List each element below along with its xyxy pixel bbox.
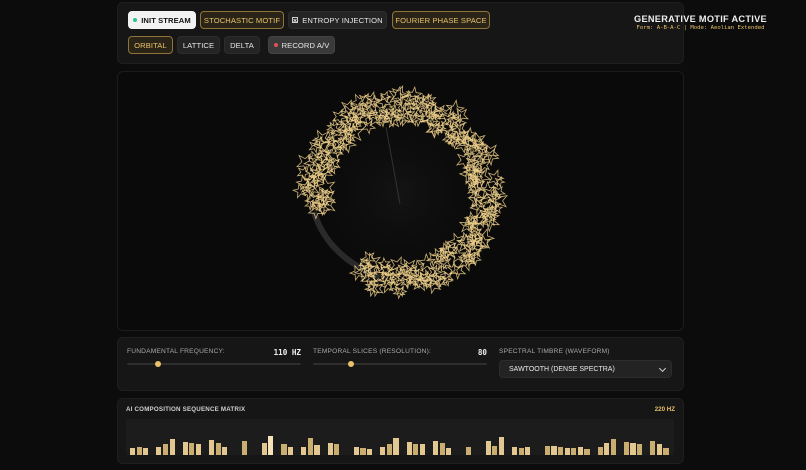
frequency-value: 110 HZ [273,348,301,357]
sequence-step[interactable] [663,448,669,455]
sequence-step[interactable] [136,447,142,455]
status-subtitle: Form: A-B-A-C | Mode: Aeolian Extended [636,25,765,31]
frequency-slider-thumb[interactable] [155,361,162,367]
lattice-label: LATTICE [182,40,215,50]
stochastic-motif-label: STOCHASTIC MOTIF [203,15,281,25]
timbre-select[interactable]: SAWTOOTH (DENSE SPECTRA) [499,360,672,378]
sequence-step[interactable] [465,447,471,455]
matrix-title: AI COMPOSITION SEQUENCE MATRIX [126,406,246,413]
sequence-step[interactable] [492,446,498,455]
sequence-step[interactable] [195,444,201,455]
sequence-step[interactable] [209,440,215,455]
record-av-button[interactable]: RECORD A/V [268,36,335,54]
stochastic-motif-button[interactable]: STOCHASTIC MOTIF [200,11,284,29]
sequence-step[interactable] [558,447,564,455]
fourier-phase-space-label: FOURIER PHASE SPACE [395,15,487,25]
delta-label: DELTA [230,40,254,50]
sequence-matrix-panel: AI COMPOSITION SEQUENCE MATRIX 220 HZ [117,398,684,464]
sequence-step[interactable] [485,441,491,455]
record-av-label: RECORD A/V [281,40,330,50]
sequence-step[interactable] [446,448,452,455]
visualization-canvas[interactable] [117,71,684,331]
sequence-step[interactable] [327,443,333,455]
sequence-step[interactable] [551,446,557,455]
status-dot-icon [133,18,138,22]
sequence-step[interactable] [314,445,320,455]
entropy-injection-button[interactable]: ENTROPY INJECTION [288,11,387,29]
sequence-step[interactable] [156,447,162,455]
sequence-step[interactable] [630,443,636,455]
sequence-step[interactable] [511,447,518,455]
sequence-step[interactable] [182,442,188,455]
chevron-down-icon [658,364,667,373]
sequence-step[interactable] [268,436,274,455]
toolbar-panel: INIT STREAM STOCHASTIC MOTIF ENTROPY INJ… [117,2,767,64]
sequence-step[interactable] [571,448,577,455]
sequence-step[interactable] [380,447,386,455]
slices-slider-track[interactable] [313,363,487,365]
sequence-step[interactable] [261,443,267,455]
sequence-step[interactable] [162,444,169,455]
init-stream-label: INIT STREAM [141,15,191,25]
entropy-injection-label: ENTROPY INJECTION [302,15,383,25]
sequence-step[interactable] [143,448,149,455]
sequence-matrix[interactable] [126,419,674,455]
sequence-step[interactable] [241,441,248,455]
init-stream-button[interactable]: INIT STREAM [128,11,196,29]
lattice-button[interactable]: LATTICE [177,36,220,54]
sequence-step[interactable] [360,448,366,455]
sequence-step[interactable] [604,443,610,455]
sequence-step[interactable] [307,438,313,455]
sequence-step[interactable] [288,447,294,455]
sequence-step[interactable] [413,444,419,455]
sequence-step[interactable] [367,449,373,455]
slices-value: 80 [477,348,487,357]
sequence-step[interactable] [656,444,662,455]
sequence-step[interactable] [281,444,287,455]
matrix-frequency: 220 HZ [654,406,675,413]
sequence-step[interactable] [130,448,136,455]
sequence-step[interactable] [637,444,643,455]
sequence-step[interactable] [334,444,340,455]
slices-label: TEMPORAL SLICES (RESOLUTION): [313,348,432,355]
frequency-label: FUNDAMENTAL FREQUENCY: [127,348,225,355]
sequence-step[interactable] [189,443,195,455]
record-dot-icon [273,43,278,47]
sequence-step[interactable] [301,447,307,455]
sequence-step[interactable] [623,442,630,455]
orbital-button[interactable]: ORBITAL [128,36,173,54]
slices-slider-thumb[interactable] [348,361,355,367]
sequence-step[interactable] [498,437,504,455]
sequence-step[interactable] [439,443,445,455]
sequence-step[interactable] [525,447,531,455]
checkbox-x-icon [292,17,299,23]
sequence-step[interactable] [169,439,175,455]
sequence-step[interactable] [386,444,392,455]
sequence-step[interactable] [393,438,399,455]
sequence-step[interactable] [432,441,439,455]
sequence-step[interactable] [610,439,616,455]
sequence-step[interactable] [222,447,228,455]
orbital-label: ORBITAL [134,40,167,50]
sequence-step[interactable] [597,447,603,455]
sequence-step[interactable] [564,448,570,455]
sequence-step[interactable] [577,447,583,455]
sequence-step[interactable] [650,441,656,455]
status-title: GENERATIVE MOTIF ACTIVE [634,14,767,24]
sequence-step[interactable] [353,447,360,455]
timbre-selected-value: SAWTOOTH (DENSE SPECTRA) [509,365,615,373]
sequence-step[interactable] [518,448,524,455]
sequence-step[interactable] [544,446,550,455]
sequence-step[interactable] [419,444,425,455]
timbre-label: SPECTRAL TIMBRE (WAVEFORM) [499,348,610,355]
sequence-step[interactable] [406,442,412,455]
delta-button[interactable]: DELTA [224,36,260,54]
controls-panel: FUNDAMENTAL FREQUENCY: 110 HZ TEMPORAL S… [117,337,684,391]
orbital-visualization [290,84,510,304]
frequency-slider-track[interactable] [127,363,301,365]
sequence-step[interactable] [215,443,221,455]
sequence-step[interactable] [584,449,590,455]
fourier-phase-space-button[interactable]: FOURIER PHASE SPACE [392,11,490,29]
